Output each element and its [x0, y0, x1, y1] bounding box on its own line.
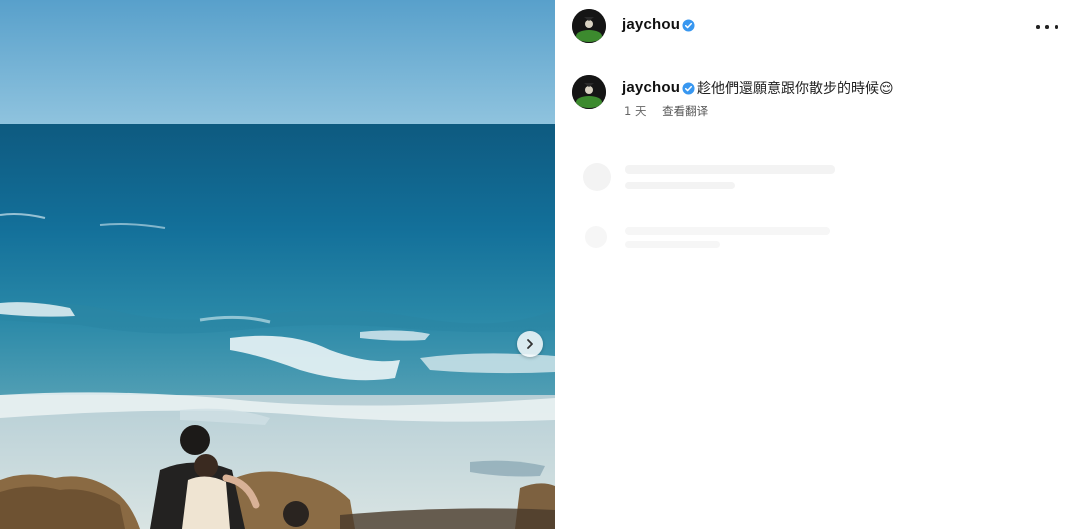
- caption-text: 趁他們還願意跟你散步的時候😌: [697, 81, 894, 97]
- post-time: 1 天: [624, 104, 647, 118]
- avatar[interactable]: [572, 9, 606, 43]
- avatar[interactable]: [572, 75, 606, 109]
- profile-picture-image: [572, 75, 606, 109]
- see-translation-link[interactable]: 查看翻译: [662, 104, 708, 118]
- comment-placeholder-line: [625, 182, 735, 189]
- comment-placeholder-line: [625, 241, 720, 248]
- beach-photo-image: [0, 0, 555, 529]
- caption-author-username[interactable]: jaychou: [622, 79, 680, 96]
- post-photo[interactable]: [0, 0, 555, 529]
- comment-placeholder-line: [625, 165, 835, 174]
- next-image-button[interactable]: [517, 331, 543, 357]
- more-options-button[interactable]: [1036, 17, 1058, 37]
- comment-placeholder-line: [625, 227, 830, 235]
- comment-placeholder-avatar: [585, 226, 607, 248]
- post-header: jaychou: [555, 0, 1076, 56]
- post-caption: jaychou 趁他們還願意跟你散步的時候😌 1 天 查看翻译: [555, 70, 1076, 130]
- comment-placeholder-avatar: [583, 163, 611, 191]
- chevron-right-icon: [527, 339, 533, 349]
- verified-badge-icon: [682, 82, 695, 95]
- author-username[interactable]: jaychou: [622, 16, 680, 33]
- caption-meta: 1 天 查看翻译: [624, 103, 708, 119]
- more-horizontal-icon: [1036, 25, 1040, 29]
- post-side-panel: jaychou jaychou 趁他們還願意跟你散步的時候😌 1 天 查看翻译: [555, 0, 1076, 529]
- post-viewer: jaychou jaychou 趁他們還願意跟你散步的時候😌 1 天 查看翻译: [0, 0, 1076, 529]
- verified-badge-icon: [682, 19, 695, 32]
- profile-picture-image: [572, 9, 606, 43]
